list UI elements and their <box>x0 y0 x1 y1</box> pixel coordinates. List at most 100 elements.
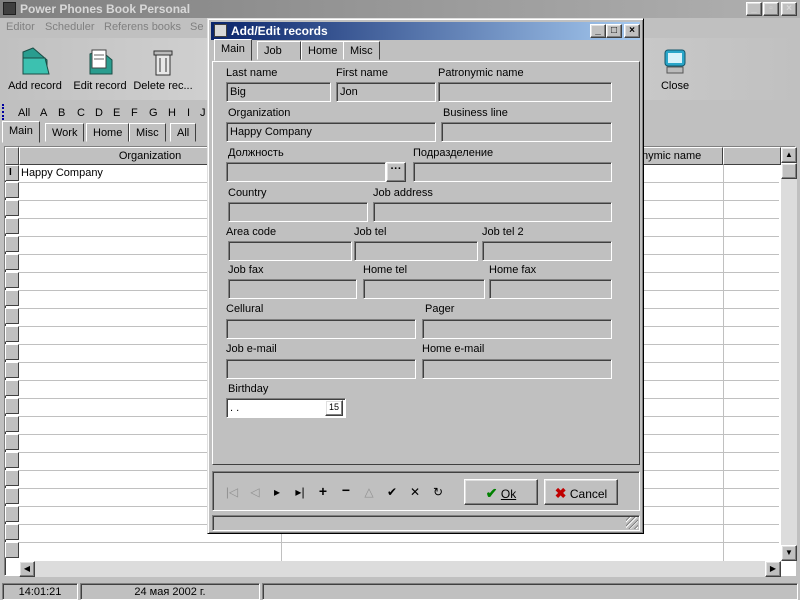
nav-prior-icon[interactable]: ◁ <box>246 485 264 499</box>
tab-all[interactable]: All <box>170 123 197 142</box>
row-indicator[interactable] <box>5 218 19 234</box>
menu-editor[interactable]: Editor <box>6 21 35 33</box>
column-divider <box>723 165 724 561</box>
row-indicator[interactable] <box>5 506 19 522</box>
horizontal-scrollbar[interactable]: ◀ ▶ <box>19 561 781 577</box>
pager-field[interactable] <box>422 319 612 339</box>
scroll-down-arrow-icon[interactable]: ▼ <box>781 545 797 561</box>
patronymic-field[interactable] <box>438 82 612 102</box>
home-fax-field[interactable] <box>489 279 612 299</box>
job-fax-field[interactable] <box>228 279 357 299</box>
nav-post-icon[interactable]: ✔ <box>383 485 401 499</box>
nav-delete-icon[interactable]: − <box>337 482 355 498</box>
department-field[interactable] <box>413 162 612 182</box>
dialog-close-button[interactable]: × <box>624 24 640 38</box>
dialog-maximize-button[interactable]: □ <box>606 24 622 38</box>
menu-referens-books[interactable]: Referens books <box>104 21 181 33</box>
row-indicator[interactable] <box>5 326 19 342</box>
nav-edit-icon[interactable]: △ <box>360 485 378 499</box>
alpha-e[interactable]: E <box>113 107 120 119</box>
position-field[interactable] <box>226 162 386 182</box>
country-field[interactable] <box>228 202 368 222</box>
row-indicator[interactable] <box>5 434 19 450</box>
row-indicator[interactable] <box>5 362 19 378</box>
nav-next-icon[interactable]: ▸ <box>268 485 286 499</box>
alpha-c[interactable]: C <box>77 107 85 119</box>
row-indicator[interactable] <box>5 272 19 288</box>
close-button[interactable]: Close <box>654 46 696 92</box>
job-email-field[interactable] <box>226 359 416 379</box>
dialog-tab-job[interactable]: Job <box>257 41 301 60</box>
column-header-extra[interactable] <box>723 147 781 165</box>
cellular-field[interactable] <box>226 319 416 339</box>
add-record-button[interactable]: Add record <box>6 46 64 92</box>
alpha-b[interactable]: B <box>58 107 65 119</box>
row-indicator[interactable] <box>5 542 19 558</box>
alpha-h[interactable]: H <box>168 107 176 119</box>
row-indicator[interactable]: I <box>5 165 19 181</box>
scroll-left-arrow-icon[interactable]: ◀ <box>19 561 35 577</box>
row-indicator[interactable] <box>5 290 19 306</box>
nav-first-icon[interactable]: |◁ <box>223 485 241 499</box>
nav-refresh-icon[interactable]: ↻ <box>429 485 447 499</box>
main-title-bar[interactable]: Power Phones Book Personal _ ▫ × <box>0 0 800 18</box>
menu-scheduler[interactable]: Scheduler <box>45 21 95 33</box>
dialog-title-bar[interactable]: Add/Edit records _ □ × <box>211 22 640 40</box>
home-email-field[interactable] <box>422 359 612 379</box>
main-minimize-button[interactable]: _ <box>746 2 762 16</box>
nav-cancel-icon[interactable]: ✕ <box>406 485 424 499</box>
calendar-icon[interactable]: 15 <box>325 400 343 416</box>
business-line-field[interactable] <box>441 122 612 142</box>
nav-last-icon[interactable]: ▸| <box>291 485 309 499</box>
row-indicator[interactable] <box>5 182 19 198</box>
row-indicator[interactable] <box>5 524 19 540</box>
job-tel2-field[interactable] <box>482 241 612 261</box>
row-indicator[interactable] <box>5 200 19 216</box>
tab-work[interactable]: Work <box>45 123 85 142</box>
scroll-right-arrow-icon[interactable]: ▶ <box>765 561 781 577</box>
row-indicator[interactable] <box>5 254 19 270</box>
dialog-tab-main[interactable]: Main <box>214 39 252 61</box>
dialog-minimize-button[interactable]: _ <box>590 24 606 38</box>
job-address-field[interactable] <box>373 202 612 222</box>
row-indicator[interactable] <box>5 344 19 360</box>
tab-main[interactable]: Main <box>2 121 40 143</box>
scroll-thumb[interactable] <box>781 163 797 179</box>
alpha-d[interactable]: D <box>95 107 103 119</box>
first-name-field[interactable]: Jon <box>336 82 436 102</box>
row-indicator[interactable] <box>5 452 19 468</box>
position-lookup-button[interactable]: ··· <box>386 162 406 182</box>
dialog-tab-home[interactable]: Home <box>301 41 345 60</box>
main-maximize-button[interactable]: ▫ <box>763 2 779 16</box>
nav-insert-icon[interactable]: + <box>314 483 332 499</box>
vertical-scrollbar[interactable]: ▲ ▼ <box>781 147 797 561</box>
alpha-g[interactable]: G <box>149 107 158 119</box>
scroll-up-arrow-icon[interactable]: ▲ <box>781 147 797 163</box>
job-tel-field[interactable] <box>354 241 478 261</box>
row-indicator[interactable] <box>5 416 19 432</box>
row-indicator[interactable] <box>5 488 19 504</box>
organization-field[interactable]: Happy Company <box>226 122 436 142</box>
last-name-field[interactable]: Big <box>226 82 331 102</box>
row-indicator[interactable] <box>5 470 19 486</box>
cancel-button[interactable]: ✖ Cancel <box>544 479 618 505</box>
tab-misc[interactable]: Misc <box>129 123 166 142</box>
home-tel-field[interactable] <box>363 279 485 299</box>
edit-record-button[interactable]: Edit record <box>70 46 130 92</box>
tab-home[interactable]: Home <box>86 123 130 142</box>
dialog-tab-misc[interactable]: Misc <box>343 41 380 60</box>
ok-button[interactable]: ✔ Ok <box>464 479 538 505</box>
row-indicator[interactable] <box>5 380 19 396</box>
menu-search[interactable]: Se <box>190 21 203 33</box>
alpha-all[interactable]: All <box>18 107 30 119</box>
row-indicator[interactable] <box>5 308 19 324</box>
alpha-j[interactable]: J <box>200 107 206 119</box>
row-indicator[interactable] <box>5 398 19 414</box>
area-code-field[interactable] <box>228 241 352 261</box>
alpha-a[interactable]: A <box>40 107 47 119</box>
row-indicator[interactable] <box>5 236 19 252</box>
main-close-button[interactable]: × <box>781 2 797 16</box>
alpha-f[interactable]: F <box>131 107 138 119</box>
alpha-i[interactable]: I <box>187 107 190 119</box>
delete-record-button[interactable]: Delete rec... <box>132 46 194 92</box>
